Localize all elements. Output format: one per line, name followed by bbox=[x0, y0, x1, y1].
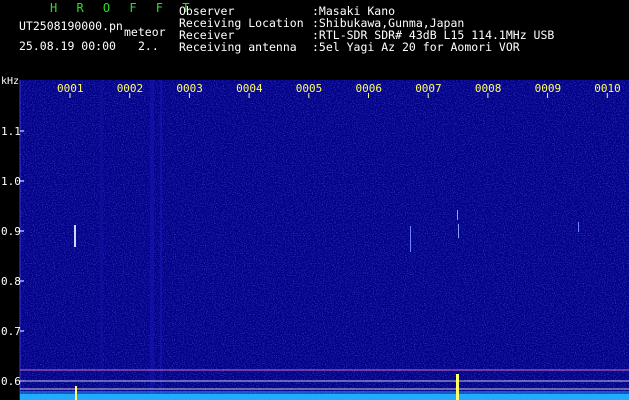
noise-streak bbox=[160, 80, 162, 400]
freq-tick-label: 0.9 bbox=[1, 225, 21, 238]
meteor-echo bbox=[410, 226, 411, 252]
freq-unit-label: kHz bbox=[1, 76, 19, 87]
freq-tick-label: 1.0 bbox=[1, 175, 21, 188]
freq-tick-label: 1.1 bbox=[1, 125, 21, 138]
freq-tick-label: 0.6 bbox=[1, 375, 21, 388]
noise-streak bbox=[150, 80, 154, 400]
carrier-spike bbox=[75, 386, 77, 400]
carrier-spike bbox=[456, 374, 459, 400]
carrier-baseline bbox=[20, 394, 629, 400]
meteor-echo bbox=[578, 222, 579, 232]
spectrogram: kHz 1.11.00.90.80.70.6 0001 0002 0003 0004 0… bbox=[1, 76, 629, 400]
freq-tick-label: 0.7 bbox=[1, 325, 21, 338]
meteor-echo bbox=[458, 224, 459, 238]
meteor-echo bbox=[457, 210, 458, 220]
spectrogram-noise bbox=[20, 80, 629, 400]
noise-streak bbox=[100, 80, 103, 400]
freq-tick-label: 0.8 bbox=[1, 275, 21, 288]
meteor-echo bbox=[74, 225, 76, 247]
carrier-baseline-peaks bbox=[20, 391, 629, 394]
